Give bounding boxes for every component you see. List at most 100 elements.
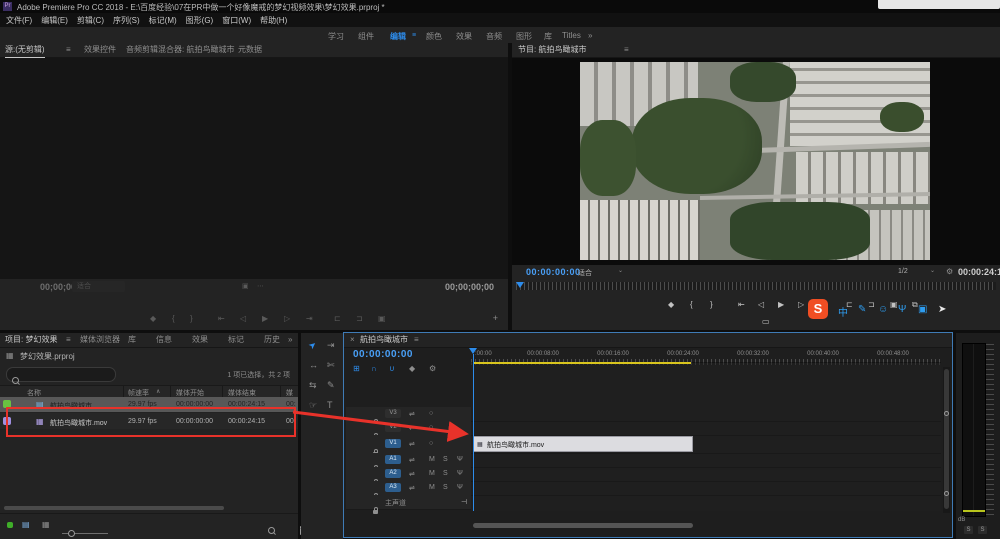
project-search-box[interactable] bbox=[6, 367, 116, 382]
project-hscrollbar[interactable] bbox=[4, 506, 224, 510]
program-safe-margins-button[interactable]: ▭ bbox=[762, 317, 770, 326]
source-more-icon[interactable]: ⋯ bbox=[257, 282, 264, 290]
source-mark-out-button[interactable]: } bbox=[190, 314, 193, 323]
solo-button[interactable]: S bbox=[443, 470, 448, 477]
thumbnail-zoom-slider[interactable] bbox=[62, 533, 108, 534]
tab-info[interactable]: 信息 bbox=[156, 333, 172, 347]
track-target-a2[interactable]: A2 bbox=[385, 469, 401, 478]
master-fit-icon[interactable]: ⊣ bbox=[461, 498, 467, 506]
track-target-v1[interactable]: V1 bbox=[385, 439, 401, 448]
track-visibility-icon[interactable]: ○ bbox=[429, 440, 433, 447]
tab-audio-clip-mixer[interactable]: 音频剪辑混合器: 航拍鸟瞰城市 bbox=[126, 43, 234, 57]
project-file-name[interactable]: 梦幻效果.prproj bbox=[20, 351, 75, 362]
sync-lock-icon[interactable]: ⇌ bbox=[409, 484, 415, 492]
source-add-button[interactable]: + bbox=[493, 313, 498, 323]
timeline-linked-selection-icon[interactable]: ∪ bbox=[389, 364, 395, 373]
workspace-tab-titles[interactable]: Titles bbox=[562, 31, 581, 40]
pen-tool[interactable]: ✎ bbox=[327, 381, 335, 390]
icon-view-button[interactable]: ▦ bbox=[42, 520, 50, 529]
sync-lock-icon[interactable]: ⇌ bbox=[409, 440, 415, 448]
sync-lock-icon[interactable]: ⇌ bbox=[409, 410, 415, 418]
project-writable-icon[interactable] bbox=[7, 522, 13, 528]
program-mark-in-button[interactable]: { bbox=[690, 300, 693, 309]
mute-button[interactable]: M bbox=[429, 484, 435, 491]
program-zoom-dropdown[interactable]: 1/2 bbox=[898, 268, 908, 275]
menu-clip[interactable]: 剪辑(C) bbox=[77, 15, 104, 26]
razor-tool[interactable]: ✄ bbox=[327, 361, 335, 370]
workspace-tab-effects[interactable]: 效果 bbox=[456, 31, 472, 42]
program-fit-chevron-icon[interactable]: ⌄ bbox=[618, 267, 623, 274]
tab-metadata[interactable]: 元数据 bbox=[238, 43, 262, 57]
source-fit-dropdown[interactable]: 适合 bbox=[72, 281, 125, 292]
source-play-button[interactable]: ▶ bbox=[262, 314, 268, 323]
timeline-clip[interactable]: ▦ 航拍鸟瞰城市.mov bbox=[473, 436, 693, 452]
translate-icon[interactable]: 中 bbox=[838, 304, 848, 319]
tab-markers[interactable]: 标记 bbox=[228, 333, 244, 347]
timeline-settings-wrench-icon[interactable]: ⚙ bbox=[429, 364, 436, 373]
mute-button[interactable]: M bbox=[429, 456, 435, 463]
source-overwrite-button[interactable]: ⊐ bbox=[356, 314, 363, 323]
source-settings-icon[interactable]: ▣ bbox=[242, 282, 249, 290]
vscroll-handle[interactable] bbox=[944, 491, 949, 496]
program-scrubber[interactable] bbox=[516, 282, 996, 290]
emoji-icon[interactable]: ☺ bbox=[878, 304, 888, 315]
tab-project[interactable]: 项目: 梦幻效果 bbox=[5, 333, 57, 348]
timeline-playhead-line[interactable] bbox=[473, 354, 474, 511]
type-tool[interactable]: T bbox=[327, 401, 333, 410]
menu-marker[interactable]: 标记(M) bbox=[149, 15, 177, 26]
timeline-vscrollbar[interactable] bbox=[943, 367, 950, 513]
track-visibility-icon[interactable]: ○ bbox=[429, 410, 433, 417]
timeline-hscrollbar[interactable] bbox=[473, 523, 693, 528]
tab-libraries[interactable]: 库 bbox=[128, 333, 136, 347]
source-goto-out-button[interactable]: ⇥ bbox=[306, 314, 313, 323]
tab-effects[interactable]: 效果 bbox=[192, 333, 208, 347]
selection-tool[interactable]: ➤ bbox=[307, 340, 319, 352]
project-tab-overflow-icon[interactable]: » bbox=[288, 333, 292, 347]
menu-help[interactable]: 帮助(H) bbox=[260, 15, 287, 26]
source-export-frame-button[interactable]: ▣ bbox=[378, 314, 386, 323]
workspace-tab-learning[interactable]: 学习 bbox=[328, 31, 344, 42]
workspace-tab-editing-menu-icon[interactable]: ≡ bbox=[412, 32, 416, 39]
pointer-icon[interactable]: ➤ bbox=[938, 304, 946, 315]
source-marker-button[interactable]: ◆ bbox=[150, 314, 156, 323]
timeline-panel-menu-icon[interactable]: ≡ bbox=[414, 333, 419, 347]
menu-sequence[interactable]: 序列(S) bbox=[113, 15, 140, 26]
pen-icon[interactable]: ✎ bbox=[858, 304, 866, 315]
workspace-tab-libraries[interactable]: 库 bbox=[544, 31, 552, 42]
program-zoom-chevron-icon[interactable]: ⌄ bbox=[930, 267, 935, 274]
menu-graphics[interactable]: 图形(G) bbox=[186, 15, 214, 26]
tab-history[interactable]: 历史 bbox=[264, 333, 280, 347]
program-step-back-button[interactable]: ◁ bbox=[758, 300, 764, 309]
timeline-close-icon[interactable]: × bbox=[350, 333, 355, 347]
workspace-tab-editing[interactable]: 编辑 bbox=[390, 31, 406, 42]
sync-lock-icon[interactable]: ⇌ bbox=[409, 470, 415, 478]
voiceover-mic-icon[interactable]: Ψ bbox=[457, 484, 463, 491]
program-mark-out-button[interactable]: } bbox=[710, 300, 713, 309]
screenshot-icon[interactable]: ▣ bbox=[918, 304, 927, 315]
source-mark-in-button[interactable]: { bbox=[172, 314, 175, 323]
source-insert-button[interactable]: ⊏ bbox=[334, 314, 341, 323]
track-target-a1[interactable]: A1 bbox=[385, 455, 401, 464]
ripple-edit-tool[interactable]: ↔ bbox=[309, 361, 318, 370]
menu-file[interactable]: 文件(F) bbox=[6, 15, 32, 26]
program-step-forward-button[interactable]: ▷ bbox=[798, 300, 804, 309]
voiceover-mic-icon[interactable]: Ψ bbox=[457, 456, 463, 463]
solo-button[interactable]: S bbox=[443, 484, 448, 491]
program-fit-dropdown[interactable]: 适合 bbox=[578, 268, 592, 278]
program-panel-menu-icon[interactable]: ≡ bbox=[624, 43, 629, 57]
source-panel-menu-icon[interactable]: ≡ bbox=[66, 43, 71, 57]
find-button[interactable] bbox=[268, 527, 275, 534]
tab-source-monitor[interactable]: 源:(无剪辑) bbox=[5, 43, 45, 58]
sync-lock-icon[interactable]: ⇌ bbox=[409, 424, 415, 432]
track-select-tool[interactable]: ⇥ bbox=[327, 341, 335, 350]
program-settings-wrench-icon[interactable]: ⚙ bbox=[946, 267, 953, 276]
timeline-snap-icon[interactable]: ∩ bbox=[371, 364, 377, 373]
timeline-ruler[interactable]: :00:00 00:00:08:00 00:00:16:00 00:00:24:… bbox=[471, 348, 941, 363]
slip-tool[interactable]: ⇆ bbox=[309, 381, 317, 390]
project-panel-menu-icon[interactable]: ≡ bbox=[66, 333, 71, 347]
meter-solo-left-button[interactable]: S bbox=[964, 526, 973, 534]
sort-ascending-icon[interactable]: ∧ bbox=[156, 388, 160, 395]
track-target-a3[interactable]: A3 bbox=[385, 483, 401, 492]
source-goto-in-button[interactable]: ⇤ bbox=[218, 314, 225, 323]
workspace-tab-color[interactable]: 颜色 bbox=[426, 31, 442, 42]
